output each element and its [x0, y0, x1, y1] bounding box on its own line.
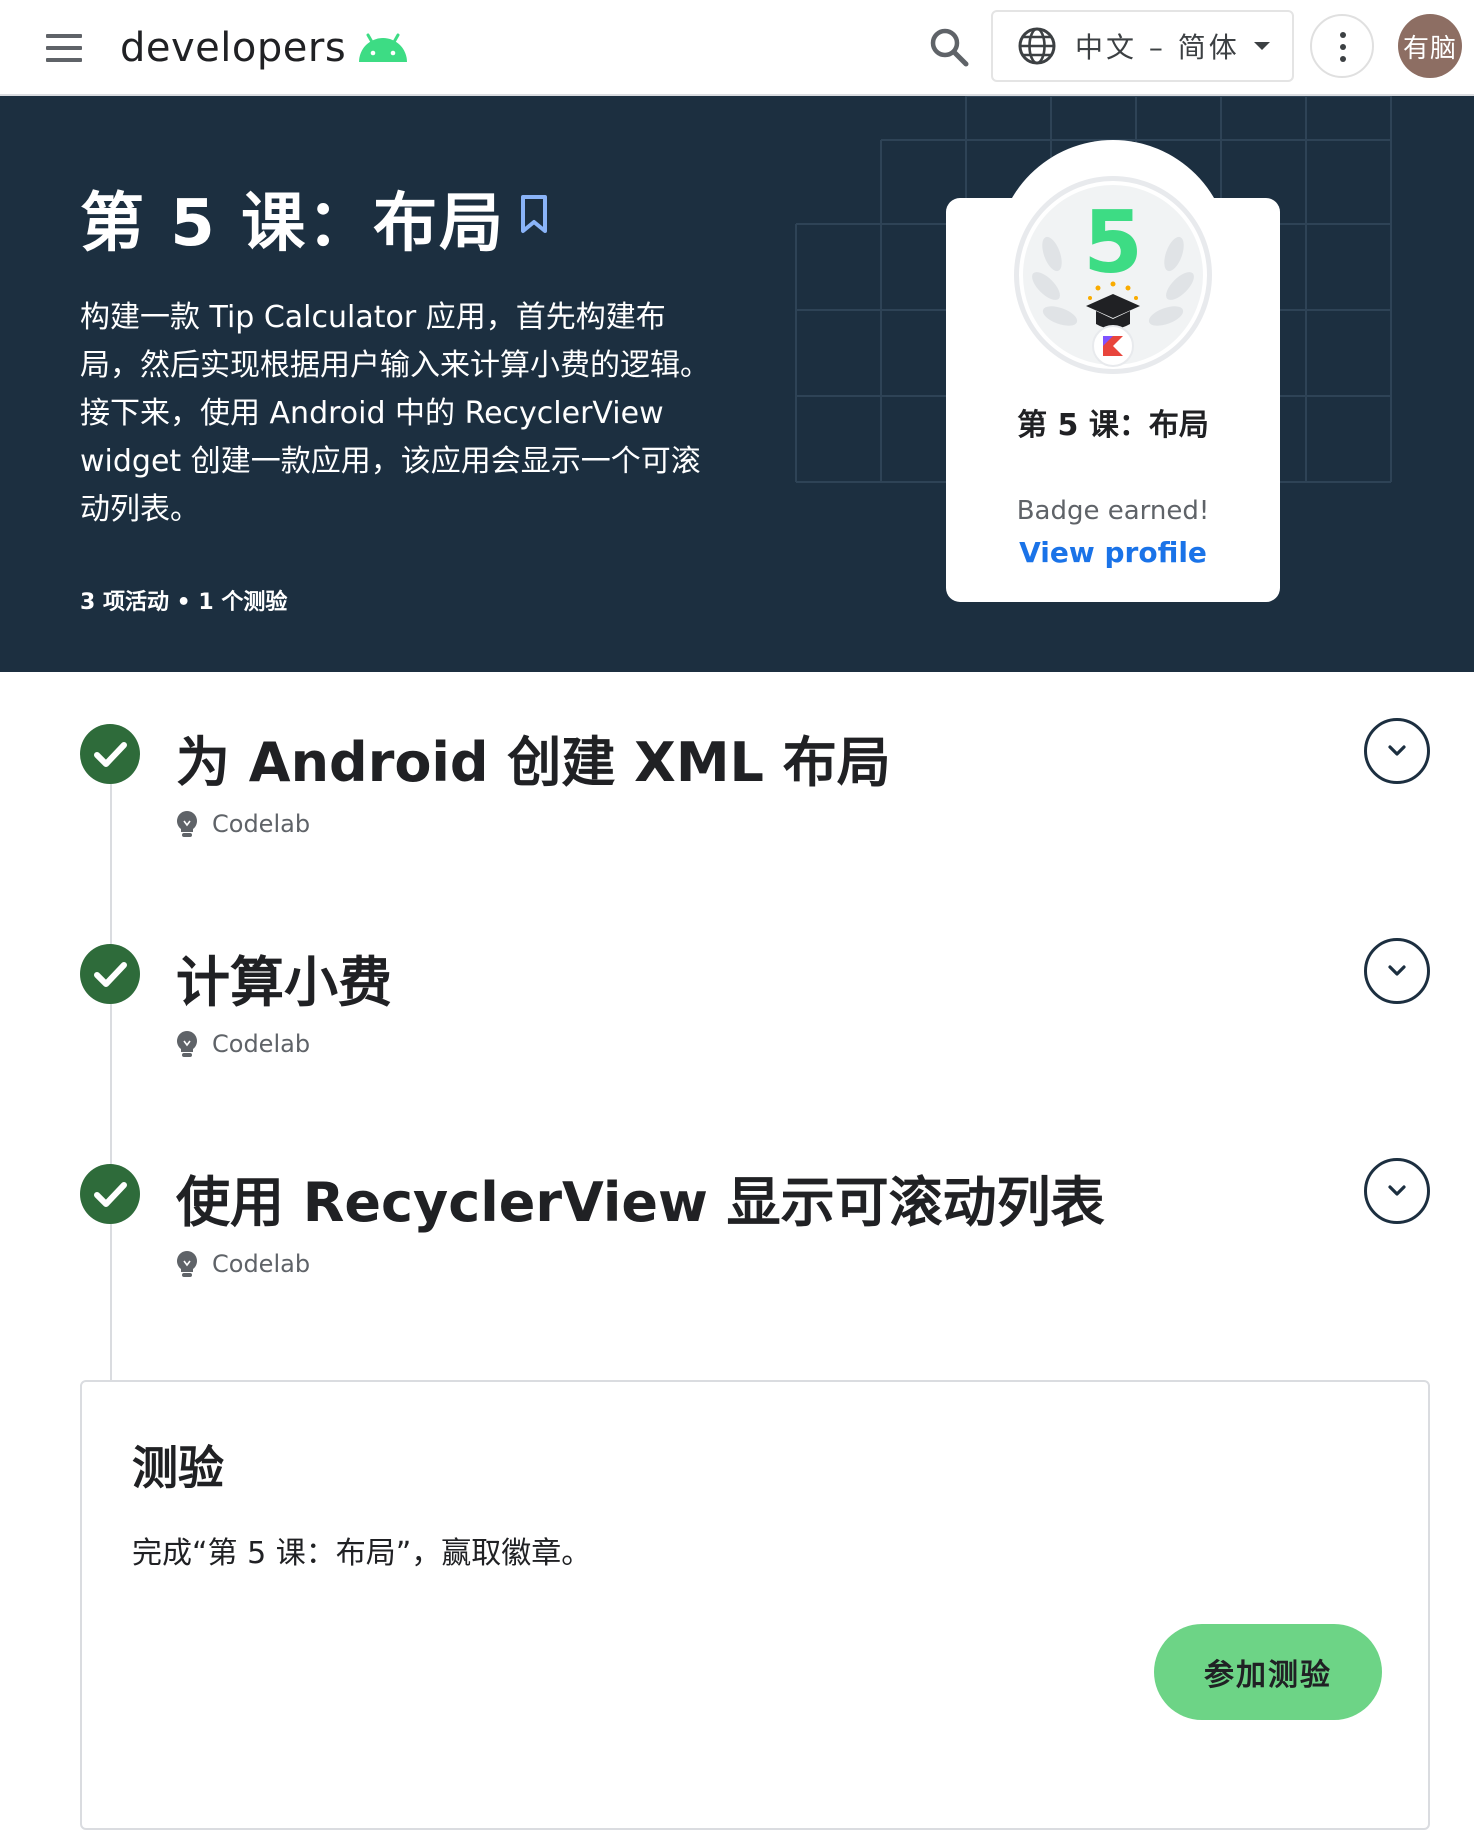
check-circle-icon — [80, 724, 140, 784]
developers-logo[interactable]: developers — [120, 20, 410, 76]
search-button[interactable] — [924, 22, 976, 74]
language-label: 中文 – 简体 — [1075, 31, 1240, 64]
timeline-connector — [110, 750, 112, 1384]
more-options-button[interactable] — [1310, 14, 1374, 78]
check-circle-icon — [80, 944, 140, 1004]
badge-name: 第 5 课：布局 — [1017, 408, 1209, 443]
language-selector[interactable]: 中文 – 简体 — [991, 10, 1294, 82]
activity-title[interactable]: 为 Android 创建 XML 布局 — [176, 718, 891, 797]
android-head-icon — [359, 33, 408, 62]
expand-button[interactable] — [1364, 1158, 1430, 1224]
activity-title[interactable]: 计算小费 — [176, 938, 392, 1017]
top-app-bar: developers 中文 – 简体 有脑 — [0, 0, 1474, 96]
activity-type-label: Codelab — [212, 1250, 311, 1278]
quiz-description: 完成“第 5 课：布局”，赢取徽章。 — [132, 1536, 592, 1571]
take-quiz-button[interactable]: 参加测验 — [1154, 1624, 1382, 1720]
activity-item[interactable]: 计算小费 Codelab — [0, 938, 1474, 1064]
badge-medal-icon: 5 — [1014, 176, 1212, 374]
activity-item[interactable]: 使用 RecyclerView 显示可滚动列表 Codelab — [0, 1158, 1474, 1284]
globe-icon — [1018, 27, 1056, 65]
quiz-card: 测验 完成“第 5 课：布局”，赢取徽章。 参加测验 — [80, 1380, 1430, 1830]
quiz-title: 测验 — [132, 1441, 224, 1495]
lesson-meta: 3 项活动 • 1 个测验 — [80, 590, 288, 615]
lightbulb-icon — [177, 1031, 197, 1057]
badge-number: 5 — [1083, 193, 1143, 293]
chevron-down-icon — [1388, 965, 1406, 976]
chevron-down-icon — [1388, 1185, 1406, 1196]
menu-icon[interactable] — [40, 28, 88, 68]
lightbulb-icon — [177, 1251, 197, 1277]
activity-type-label: Codelab — [212, 1030, 311, 1058]
logo-text: developers — [120, 25, 347, 71]
view-profile-link[interactable]: View profile — [946, 536, 1280, 569]
activity-title[interactable]: 使用 RecyclerView 显示可滚动列表 — [176, 1158, 1105, 1237]
avatar[interactable]: 有脑 — [1398, 14, 1462, 78]
bookmark-icon[interactable] — [516, 192, 552, 236]
chevron-down-icon — [1388, 745, 1406, 756]
lesson-description: 构建一款 Tip Calculator 应用，首先构建布局，然后实现根据用户输入… — [80, 300, 710, 527]
expand-button[interactable] — [1364, 938, 1430, 1004]
activity-type: Codelab — [176, 1030, 310, 1058]
badge-earned-label: Badge earned! — [1016, 496, 1210, 526]
activity-type: Codelab — [176, 1250, 310, 1278]
lightbulb-icon — [177, 811, 197, 837]
lesson-hero: 第 5 课：布局 构建一款 Tip Calculator 应用，首先构建布局，然… — [0, 96, 1474, 672]
lesson-title: 第 5 课：布局 — [80, 187, 506, 261]
activity-item[interactable]: 为 Android 创建 XML 布局 Codelab — [0, 718, 1474, 844]
search-icon — [930, 28, 969, 67]
check-circle-icon — [80, 1164, 140, 1224]
activity-type: Codelab — [176, 810, 310, 838]
expand-button[interactable] — [1364, 718, 1430, 784]
activity-type-label: Codelab — [212, 810, 311, 838]
caret-down-icon — [1253, 42, 1270, 50]
